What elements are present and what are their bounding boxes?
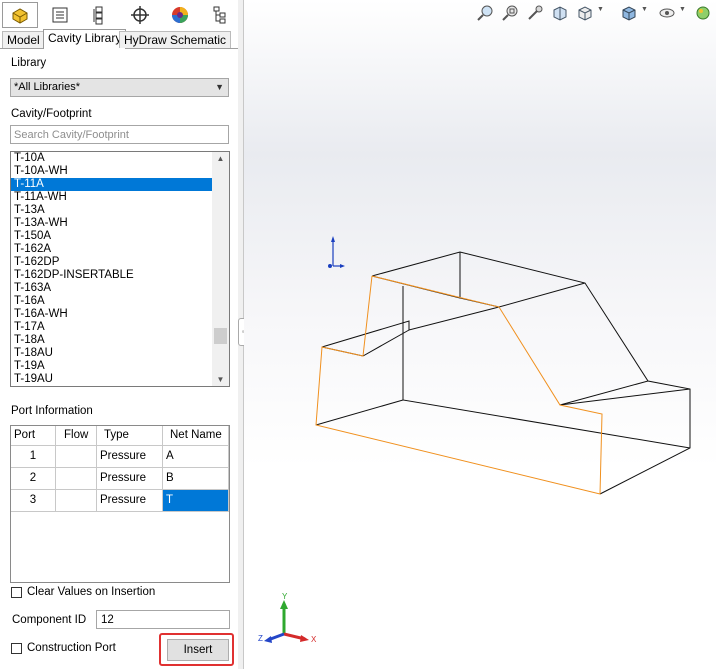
cavity-list-item[interactable]: T-150A (11, 230, 213, 243)
graphics-viewport[interactable]: Y X Z (244, 0, 716, 669)
cavity-list-item[interactable]: T-13A (11, 204, 213, 217)
net-name-cell-selected[interactable]: T (163, 490, 229, 512)
dimxpert-icon (131, 6, 149, 24)
triad-z-label: Z (258, 634, 263, 643)
appearance-icon (172, 7, 188, 23)
type-cell[interactable]: Pressure (97, 468, 163, 490)
cavity-list-item[interactable]: T-18AU (11, 347, 213, 360)
part-icon (12, 8, 28, 24)
column-header-flow: Flow (56, 426, 97, 446)
cavity-list[interactable]: T-10A T-10A-WH T-11A T-11A-WH T-13A T-13A-WH T… (10, 151, 230, 387)
cavity-list-item[interactable]: T-10A-WH (11, 165, 213, 178)
scroll-thumb[interactable] (214, 328, 227, 344)
type-cell[interactable]: Pressure (97, 490, 163, 512)
tab-model[interactable]: Model (2, 31, 45, 48)
feature-tab-property-manager[interactable] (42, 2, 78, 28)
library-label: Library (11, 57, 47, 69)
type-cell[interactable]: Pressure (97, 446, 163, 468)
previous-view-icon[interactable] (524, 2, 546, 24)
hide-show-items-icon[interactable] (656, 2, 678, 24)
column-header-type: Type (97, 426, 163, 446)
reference-triad-icon (264, 600, 309, 643)
library-selected-value: *All Libraries* (14, 81, 81, 93)
scroll-down-icon[interactable]: ▼ (212, 375, 229, 384)
cavity-list-scrollbar[interactable]: ▲ ▼ (212, 152, 229, 386)
port-cell: 2 (11, 468, 56, 490)
property-panel: Model Cavity Library HyDraw Schematic Li… (0, 0, 239, 669)
origin-icon (328, 236, 345, 268)
cavity-list-item-selected[interactable]: T-11A (11, 178, 213, 191)
cavity-list-items: T-10A T-10A-WH T-11A T-11A-WH T-13A T-13A-WH T… (11, 152, 213, 386)
hide-show-dropdown-icon[interactable]: ▼ (679, 6, 686, 13)
triad-y-label: Y (282, 592, 288, 601)
configuration-manager-icon (93, 6, 103, 25)
feature-tab-part[interactable] (2, 2, 38, 28)
flow-cell[interactable] (56, 446, 97, 468)
flow-cell[interactable] (56, 490, 97, 512)
view-orientation-dropdown-icon[interactable]: ▼ (597, 6, 604, 13)
cavity-list-item[interactable]: T-11A-WH (11, 191, 213, 204)
component-id-input[interactable] (96, 610, 230, 629)
clear-values-label: Clear Values on Insertion (27, 586, 156, 598)
port-cell: 1 (11, 446, 56, 468)
cavity-list-item[interactable]: T-18A (11, 334, 213, 347)
edit-appearance-icon[interactable] (692, 2, 714, 24)
cavity-list-item[interactable]: T-19A (11, 360, 213, 373)
component-id-label: Component ID (12, 614, 87, 626)
scroll-up-icon[interactable]: ▲ (212, 154, 229, 163)
cavity-list-item[interactable]: T-10A (11, 152, 213, 165)
cavity-list-item[interactable]: T-13A-WH (11, 217, 213, 230)
clear-values-checkbox[interactable] (11, 587, 22, 598)
triad-x-label: X (311, 635, 317, 644)
cavity-list-item[interactable]: T-163A (11, 282, 213, 295)
flow-cell[interactable] (56, 468, 97, 490)
chevron-down-icon: ▼ (215, 82, 224, 92)
net-name-cell[interactable]: B (163, 468, 229, 490)
feature-tab-dimxpert[interactable] (122, 2, 158, 28)
net-name-cell[interactable]: A (163, 446, 229, 468)
feature-tab-configuration-manager[interactable] (82, 2, 118, 28)
cavity-search-input[interactable] (10, 125, 229, 144)
port-cell: 3 (11, 490, 56, 512)
display-style-icon[interactable] (618, 2, 640, 24)
cavity-list-item[interactable]: T-19AU (11, 373, 213, 386)
column-header-port: Port (11, 426, 56, 446)
cavity-list-item[interactable]: T-162DP-INSERTABLE (11, 269, 213, 282)
property-manager-icon (52, 7, 68, 23)
feature-tab-appearance[interactable] (162, 2, 198, 28)
section-view-icon[interactable] (549, 2, 571, 24)
model-3d-wireframe: Y X Z (258, 236, 691, 644)
cavity-list-item[interactable]: T-162A (11, 243, 213, 256)
zoom-to-fit-icon[interactable] (474, 2, 496, 24)
cavity-list-item[interactable]: T-16A-WH (11, 308, 213, 321)
cavity-list-item[interactable]: T-17A (11, 321, 213, 334)
hierarchy-icon (213, 6, 226, 24)
display-style-dropdown-icon[interactable]: ▼ (641, 6, 648, 13)
tab-hydraw-schematic[interactable]: HyDraw Schematic (119, 31, 232, 48)
view-orientation-icon[interactable] (574, 2, 596, 24)
feature-tab-hierarchy[interactable] (202, 2, 238, 28)
tab-strip: Model Cavity Library HyDraw Schematic (0, 29, 238, 49)
zoom-to-area-icon[interactable] (499, 2, 521, 24)
cavity-footprint-label: Cavity/Footprint (11, 108, 92, 120)
heads-up-view-toolbar: ▼ ▼ ▼ (470, 0, 716, 26)
library-dropdown[interactable]: *All Libraries* ▼ (10, 78, 229, 97)
insert-button[interactable]: Insert (167, 639, 229, 661)
column-header-net-name: Net Name (163, 426, 229, 446)
construction-port-checkbox[interactable] (11, 643, 22, 654)
cavity-list-item[interactable]: T-162DP (11, 256, 213, 269)
port-information-label: Port Information (11, 405, 93, 417)
cavity-list-item[interactable]: T-16A (11, 295, 213, 308)
construction-port-label: Construction Port (27, 642, 116, 654)
port-information-grid: Port Flow Type Net Name 1 Pressure A 2 P… (10, 425, 230, 583)
tab-cavity-library[interactable]: Cavity Library (43, 29, 127, 49)
